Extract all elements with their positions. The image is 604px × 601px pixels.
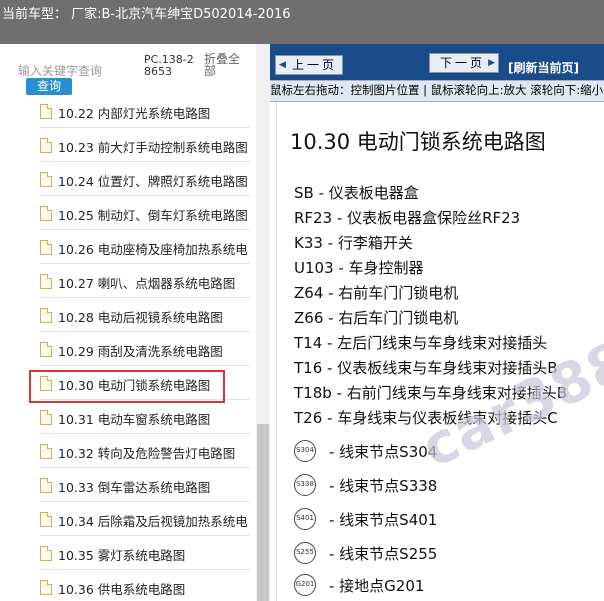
search-box: 查询: [14, 54, 138, 95]
document-icon: [40, 206, 52, 221]
tree-item-label: 10.26 电动座椅及座椅加热系统电: [58, 242, 248, 257]
title-bar: 当前车型： 厂家:B-北京汽车绅宝D502014-2016: [0, 0, 604, 44]
tree-item-label: 10.24 位置灯、牌照灯系统电路图: [58, 174, 248, 189]
legend-item: Z64 - 右前车门门锁电机: [294, 284, 459, 302]
document-icon: [40, 342, 52, 357]
node-label: - 线束节点S255: [329, 545, 438, 563]
document-icon: [40, 274, 52, 289]
next-page-label: 下一页: [440, 56, 486, 70]
search-input[interactable]: [18, 63, 122, 79]
pc-code-label: PC.138-28653: [144, 53, 194, 78]
tree-item-label: 10.35 雾灯系统电路图: [58, 548, 186, 563]
tree-item-label: 10.29 雨刮及清洗系统电路图: [58, 344, 223, 359]
tree-item-label: 10.22 内部灯光系统电路图: [58, 106, 211, 121]
document-icon: [40, 240, 52, 255]
divider: [40, 501, 250, 502]
document-icon: [40, 138, 52, 153]
tree-item-label: 10.23 前大灯手动控制系统电路图: [58, 140, 248, 155]
triangle-right-icon: ▶: [488, 58, 495, 68]
document-icon: [40, 478, 52, 493]
search-button[interactable]: 查询: [26, 78, 72, 95]
legend-item: SB - 仪表板电器盒: [294, 184, 419, 202]
divider: [40, 195, 250, 196]
divider: [40, 433, 250, 434]
divider: [40, 331, 250, 332]
triangle-left-icon: ◀: [279, 60, 286, 70]
document-icon: [40, 104, 52, 119]
legend-item: RF23 - 仪表板电器盒保险丝RF23: [294, 209, 521, 227]
document-icon: [40, 512, 52, 527]
divider: [40, 263, 250, 264]
page-nav-bar: ◀ 上一页 下一页 ▶ [刷新当前页]: [270, 44, 604, 80]
viewer-panel: ◀ 上一页 下一页 ▶ [刷新当前页] 鼠标左右拖动：控制图片位置 | 鼠标滚轮…: [270, 44, 604, 601]
sidebar: 查询 PC.138-28653 折叠全部 10.22 内部灯光系统电路图 10.…: [0, 44, 270, 601]
legend-item: U103 - 车身控制器: [294, 259, 424, 277]
divider: [40, 535, 250, 536]
divider: [40, 229, 250, 230]
scrollbar-thumb[interactable]: [257, 424, 269, 601]
node-label: - 线束节点S401: [329, 511, 438, 529]
page-title: 10.30 电动门锁系统电路图: [290, 130, 546, 154]
splice-node-icon: S338: [294, 474, 316, 496]
divider: [40, 365, 250, 366]
legend-item: Z66 - 右后车门门锁电机: [294, 309, 459, 327]
legend-item: T14 - 左后门线束与车身线束对接插头: [294, 334, 548, 352]
collapse-all-button[interactable]: 折叠全部: [204, 53, 244, 77]
tree-item-label: 10.31 电动车窗系统电路图: [58, 412, 211, 427]
next-page-button[interactable]: 下一页 ▶: [429, 53, 499, 73]
window-title: 当前车型： 厂家:B-北京汽车绅宝D502014-2016: [2, 7, 291, 22]
hint-bar: 鼠标左右拖动：控制图片位置 | 鼠标滚轮向上:放大 滚轮向下:缩小: [270, 80, 604, 102]
tree-item-label: 10.27 喇叭、点烟器系统电路图: [58, 276, 236, 291]
tree-item-label: 10.32 转向及危险警告灯电路图: [58, 446, 236, 461]
divider: [40, 467, 250, 468]
prev-page-label: 上一页: [292, 58, 338, 72]
document-icon: [40, 308, 52, 323]
tree-item-label: 10.33 倒车雷达系统电路图: [58, 480, 211, 495]
tree-item-label: 10.34 后除霜及后视镜加热系统电: [58, 514, 248, 529]
tree-item-label: 10.28 电动后视镜系统电路图: [58, 310, 223, 325]
document-icon: [40, 172, 52, 187]
document-icon: [40, 410, 52, 425]
prev-page-button[interactable]: ◀ 上一页: [275, 55, 343, 75]
chapter-tree: 10.22 内部灯光系统电路图 10.23 前大灯手动控制系统电路图 10.24…: [0, 96, 256, 601]
node-label: - 线束节点S304: [329, 443, 438, 461]
ground-point-icon: G201: [294, 574, 316, 596]
tree-item-label: 10.25 制动灯、倒车灯系统电路图: [58, 208, 248, 223]
selection-highlight: [29, 370, 225, 403]
divider: [40, 569, 250, 570]
diagram-page[interactable]: 10.30 电动门锁系统电路图 SB - 仪表板电器盒 RF23 - 仪表板电器…: [276, 102, 604, 601]
splice-node-icon: S255: [294, 542, 316, 564]
document-icon: [40, 580, 52, 595]
sidebar-scrollbar[interactable]: [256, 44, 270, 601]
document-icon: [40, 444, 52, 459]
refresh-page-button[interactable]: [刷新当前页]: [508, 59, 579, 76]
splice-node-icon: S304: [294, 440, 316, 462]
node-label: - 接地点G201: [329, 577, 425, 595]
splice-node-icon: S401: [294, 508, 316, 530]
tree-item-label: 10.36 供电系统电路图: [58, 582, 186, 597]
divider: [40, 161, 250, 162]
legend-item: K33 - 行李箱开关: [294, 234, 413, 252]
node-label: - 线束节点S338: [329, 477, 438, 495]
divider: [40, 297, 250, 298]
divider: [40, 127, 250, 128]
document-icon: [40, 546, 52, 561]
